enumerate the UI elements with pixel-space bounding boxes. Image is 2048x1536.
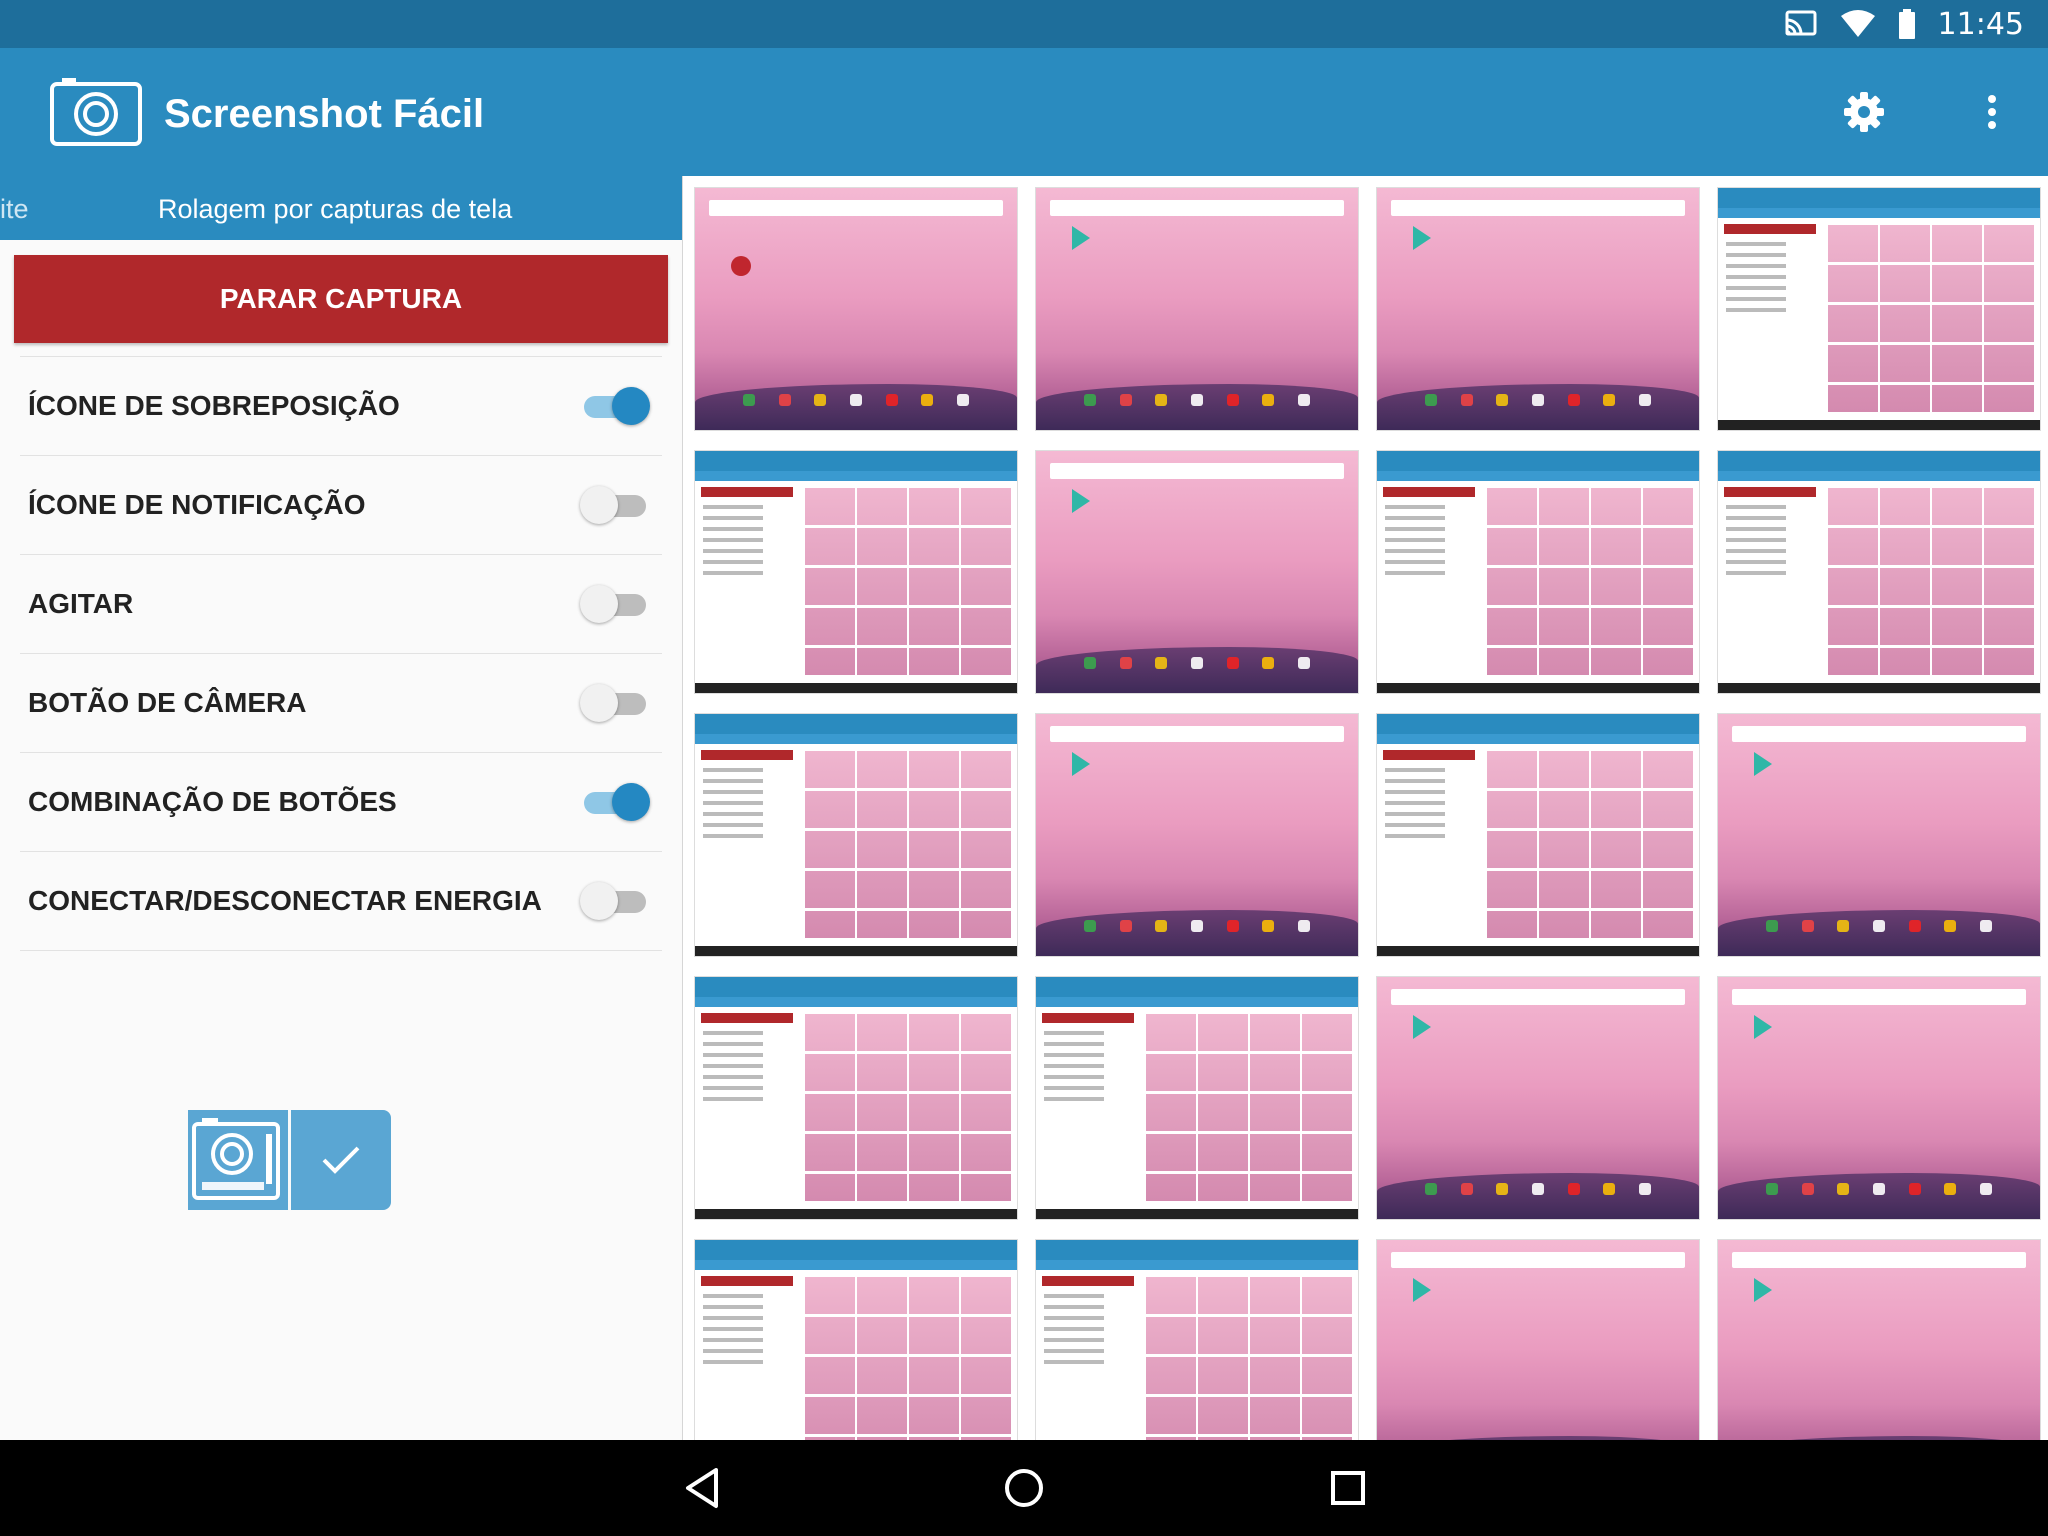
cast-icon <box>1785 10 1817 36</box>
gear-icon <box>1844 92 1884 132</box>
settings-panel: ite Rolagem por capturas de tela PARAR C… <box>0 176 682 1440</box>
stop-capture-button[interactable]: PARAR CAPTURA <box>14 255 668 343</box>
setting-label: CONECTAR/DESCONECTAR ENERGIA <box>28 885 542 916</box>
screenshot-thumbnail[interactable] <box>1036 1240 1358 1440</box>
screenshot-thumbnail[interactable] <box>1377 714 1699 956</box>
status-bar: 11:45 <box>0 0 2048 48</box>
app-title: Screenshot Fácil <box>164 92 485 136</box>
screenshot-thumbnail[interactable] <box>1377 977 1699 1219</box>
setting-label: AGITAR <box>28 588 134 619</box>
settings-list: ÍCONE DE SOBREPOSIÇÃO ÍCONE DE NOTIFICAÇ… <box>20 356 662 951</box>
screenshot-thumbnail[interactable] <box>695 188 1017 430</box>
tab-bar: ite Rolagem por capturas de tela <box>0 176 682 240</box>
setting-label: ÍCONE DE NOTIFICAÇÃO <box>28 489 366 520</box>
screenshot-thumbnail[interactable] <box>1036 451 1358 693</box>
notification-icon-switch[interactable] <box>580 484 650 526</box>
screenshot-thumbnail[interactable] <box>1718 977 2040 1219</box>
camera-logo-icon <box>50 78 142 146</box>
screenshot-thumbnail[interactable] <box>1036 714 1358 956</box>
system-nav-bar <box>0 1440 2048 1536</box>
tab-previous[interactable]: ite <box>0 194 29 225</box>
screenshot-thumbnail[interactable] <box>1036 188 1358 430</box>
status-time: 11:45 <box>1937 6 2024 42</box>
more-options-button[interactable] <box>1948 68 2036 156</box>
overlay-capture-button[interactable] <box>188 1110 288 1210</box>
screenshot-thumbnail[interactable] <box>695 977 1017 1219</box>
setting-notification-icon[interactable]: ÍCONE DE NOTIFICAÇÃO <box>20 455 662 554</box>
setting-overlay-icon[interactable]: ÍCONE DE SOBREPOSIÇÃO <box>20 356 662 455</box>
battery-icon <box>1898 9 1915 39</box>
nav-home-button[interactable] <box>992 1456 1056 1520</box>
recents-icon <box>1331 1471 1365 1505</box>
screenshot-thumbnail[interactable] <box>1377 1240 1699 1440</box>
wifi-icon <box>1840 10 1875 37</box>
setting-power-connect[interactable]: CONECTAR/DESCONECTAR ENERGIA <box>20 851 662 951</box>
setting-label: BOTÃO DE CÂMERA <box>28 687 307 718</box>
nav-recents-button[interactable] <box>1316 1456 1380 1520</box>
screenshot-thumbnail[interactable] <box>1377 188 1699 430</box>
shake-switch[interactable] <box>580 583 650 625</box>
screenshot-thumbnail[interactable] <box>1036 977 1358 1219</box>
screenshot-thumbnail[interactable] <box>1718 714 2040 956</box>
app-bar: Screenshot Fácil <box>0 48 2048 176</box>
tab-scroll-captures[interactable]: Rolagem por capturas de tela <box>158 194 512 225</box>
screenshot-grid <box>682 176 2048 1440</box>
button-combo-switch[interactable] <box>580 781 650 823</box>
back-icon <box>686 1468 718 1508</box>
screenshot-thumbnail[interactable] <box>1718 1240 2040 1440</box>
overlay-confirm-button[interactable] <box>291 1110 391 1210</box>
camera-button-switch[interactable] <box>580 682 650 724</box>
more-vert-icon <box>1988 95 1996 129</box>
setting-label: ÍCONE DE SOBREPOSIÇÃO <box>28 390 400 421</box>
setting-button-combo[interactable]: COMBINAÇÃO DE BOTÕES <box>20 752 662 851</box>
screenshot-thumbnail[interactable] <box>1718 188 2040 430</box>
screenshot-thumbnail[interactable] <box>695 1240 1017 1440</box>
power-connect-switch[interactable] <box>580 880 650 922</box>
home-icon <box>1005 1469 1043 1507</box>
camera-icon <box>192 1118 280 1200</box>
setting-label: COMBINAÇÃO DE BOTÕES <box>28 786 397 817</box>
screenshot-thumbnail[interactable] <box>1718 451 2040 693</box>
overlay-icon-switch[interactable] <box>580 385 650 427</box>
screenshot-thumbnail[interactable] <box>695 714 1017 956</box>
screenshot-thumbnail[interactable] <box>1377 451 1699 693</box>
setting-shake[interactable]: AGITAR <box>20 554 662 653</box>
nav-back-button[interactable] <box>670 1456 734 1520</box>
check-icon <box>322 1146 360 1174</box>
screenshot-thumbnail[interactable] <box>695 451 1017 693</box>
setting-camera-button[interactable]: BOTÃO DE CÂMERA <box>20 653 662 752</box>
overlay-widget[interactable] <box>188 1110 391 1210</box>
settings-button[interactable] <box>1820 68 1908 156</box>
